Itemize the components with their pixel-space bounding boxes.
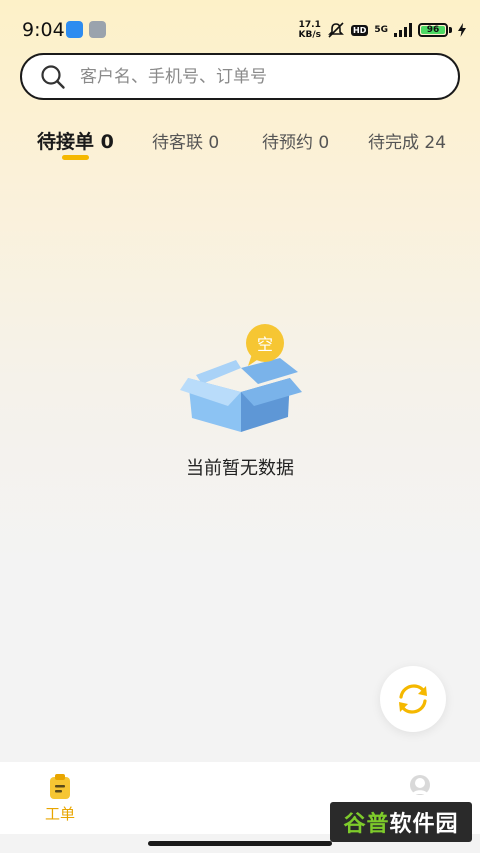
nav-label-workorder: 工单 (44, 805, 75, 823)
status-indicators: 17.1 KB/s HD 5G 96 (299, 18, 466, 42)
clipboard-icon (50, 774, 70, 799)
refresh-icon (399, 684, 427, 714)
search-bar[interactable] (20, 53, 460, 100)
refresh-button[interactable] (380, 666, 446, 732)
tab-pending-accept[interactable]: 待接单 0 (37, 120, 114, 160)
battery-icon: 96 (418, 23, 448, 37)
network-speed-value: 17.1 (298, 20, 321, 30)
hd-badge: HD (351, 24, 369, 36)
tab-pending-complete[interactable]: 待完成 24 (368, 120, 446, 160)
tab-label: 待客联 0 (152, 132, 220, 153)
search-input[interactable] (78, 65, 442, 88)
tab-label: 待预约 0 (262, 132, 330, 153)
nav-item-workorder[interactable]: 工单 (30, 762, 90, 834)
tab-pending-contact[interactable]: 待客联 0 (152, 120, 219, 160)
profile-icon (410, 775, 430, 795)
search-icon (41, 64, 65, 89)
watermark-part2: 软件园 (389, 812, 459, 837)
tab-label: 待接单 0 (37, 130, 114, 153)
network-speed: 17.1 KB/s (299, 20, 321, 40)
mute-icon (328, 22, 344, 38)
tab-label: 待完成 24 (368, 132, 447, 153)
empty-state-message: 当前暂无数据 (186, 458, 294, 479)
status-bar: 9:04 17.1 KB/s HD 5G 96 (0, 0, 480, 60)
empty-bubble-text: 空 (257, 335, 273, 354)
active-tab-indicator (62, 155, 89, 160)
site-watermark: 谷普 软件园 (330, 802, 472, 842)
status-time: 9:04 (22, 19, 65, 41)
network-type: 5G (374, 25, 388, 35)
empty-box-icon: 空 (180, 324, 302, 432)
watermark-part1: 谷普 (343, 812, 390, 837)
tab-pending-appointment[interactable]: 待预约 0 (262, 120, 329, 160)
store-notification-icon (66, 21, 83, 38)
order-status-tabs: 待接单 0 待客联 0 待预约 0 待完成 24 (0, 120, 480, 170)
network-speed-unit: KB/s (298, 30, 321, 40)
battery-tip (449, 27, 452, 33)
home-indicator[interactable] (148, 841, 332, 846)
signal-icon (394, 23, 412, 37)
battery-level: 96 (426, 25, 440, 35)
charging-icon (458, 23, 466, 37)
app-notification-icon (89, 21, 106, 38)
